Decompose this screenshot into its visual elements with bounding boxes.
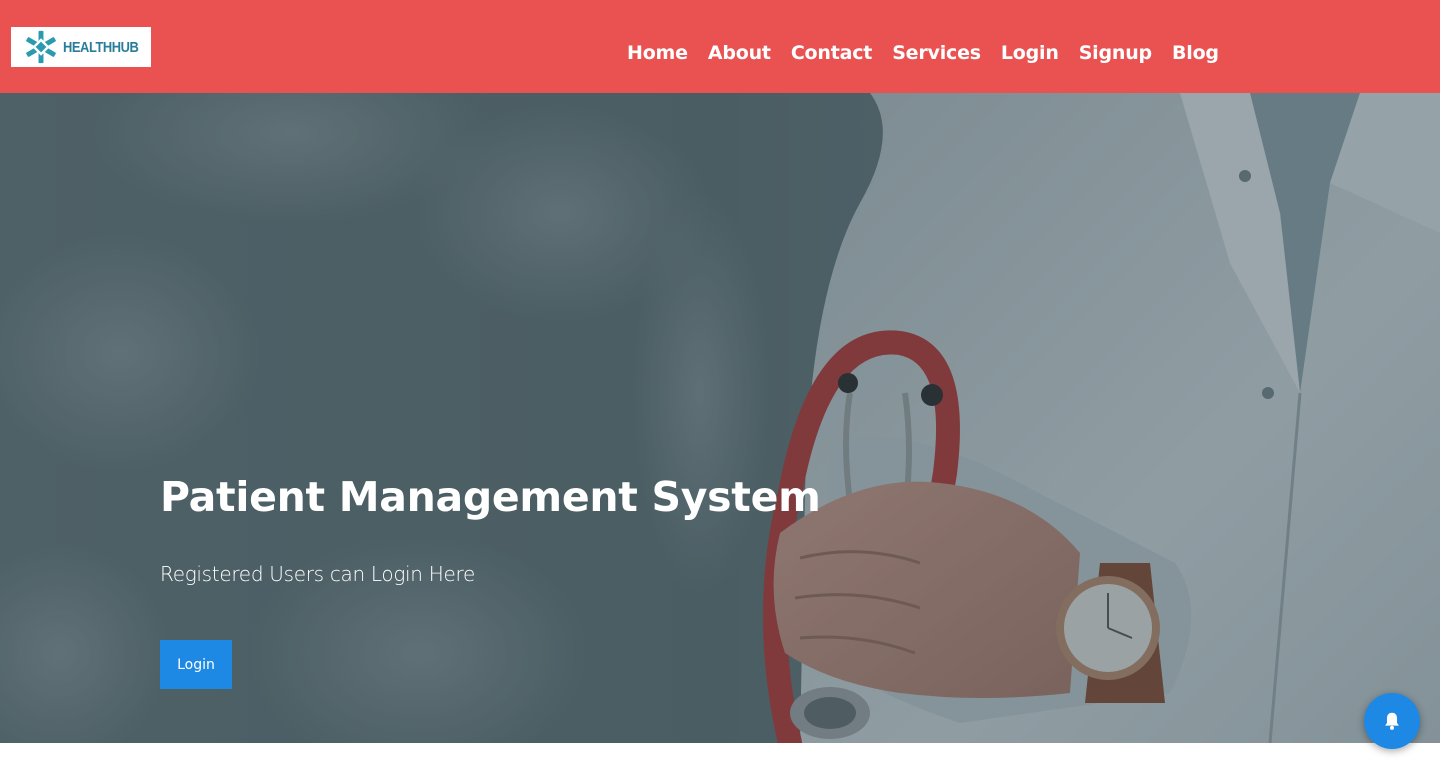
nav-about[interactable]: About — [698, 42, 781, 64]
hero-title: Patient Management System — [160, 473, 821, 521]
nav-home[interactable]: Home — [617, 42, 698, 64]
nav-services[interactable]: Services — [882, 42, 991, 64]
nav-signup[interactable]: Signup — [1069, 42, 1162, 64]
hero-section: Patient Management System Registered Use… — [0, 93, 1440, 743]
logo-text: HEALTHHUB — [63, 38, 139, 56]
healthhub-star-icon — [26, 30, 56, 64]
site-header: HEALTHHUB Home About Contact Services Lo… — [0, 0, 1440, 93]
hero-login-button[interactable]: Login — [160, 640, 232, 689]
notification-button[interactable] — [1364, 693, 1420, 749]
nav-contact[interactable]: Contact — [781, 42, 882, 64]
healthhub-logo[interactable]: HEALTHHUB — [11, 27, 151, 67]
nav-blog[interactable]: Blog — [1162, 42, 1229, 64]
main-nav: Home About Contact Services Login Signup… — [617, 33, 1229, 73]
bell-icon — [1385, 712, 1399, 730]
hero-subtitle: Registered Users can Login Here — [160, 562, 475, 586]
nav-login[interactable]: Login — [991, 42, 1069, 64]
